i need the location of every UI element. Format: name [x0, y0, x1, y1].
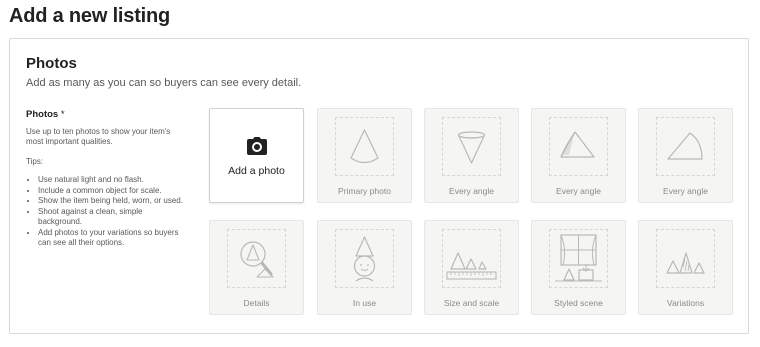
cone-tilted-icon [560, 131, 595, 158]
tip-item: Include a common object for scale. [38, 186, 186, 197]
slot-label: In use [352, 298, 377, 308]
tip-item: Show the item being held, worn, or used. [38, 196, 186, 207]
photos-section: Photos Add as many as you can so buyers … [9, 38, 749, 334]
required-marker: * [60, 109, 65, 120]
photos-help: Photos * Use up to ten photos to show yo… [26, 109, 186, 249]
slot-label: Every angle [449, 186, 494, 196]
slot-label: Size and scale [443, 298, 500, 308]
photo-slot-variations[interactable]: Variations [638, 220, 733, 315]
add-photo-button[interactable]: Add a photo [209, 108, 304, 203]
tip-item: Add photos to your variations so buyers … [38, 228, 186, 249]
page-title: Add a new listing [9, 5, 171, 27]
photo-slot-details[interactable]: Details [209, 220, 304, 315]
slot-label: Every angle [663, 186, 708, 196]
tip-item: Shoot against a clean, simple background… [38, 207, 186, 228]
section-title: Photos [26, 55, 77, 72]
section-subtitle: Add as many as you can so buyers can see… [26, 77, 302, 89]
cone-upright-icon [350, 129, 379, 164]
tips-list: Use natural light and no flash. Include … [26, 175, 186, 249]
camera-icon [247, 137, 267, 155]
photo-slot-every-angle-1[interactable]: Every angle [424, 108, 519, 203]
cone-side-icon [667, 132, 703, 160]
add-photo-label: Add a photo [228, 165, 285, 177]
photos-description: Use up to ten photos to show your item's… [26, 126, 171, 147]
photo-slot-primary[interactable]: Primary photo [317, 108, 412, 203]
slot-label: Details [243, 298, 270, 308]
tips-heading: Tips: [26, 156, 44, 166]
photo-slot-every-angle-2[interactable]: Every angle [531, 108, 626, 203]
tip-item: Use natural light and no flash. [38, 175, 186, 186]
photos-field-label: Photos * [26, 109, 65, 120]
slot-label: Every angle [556, 186, 601, 196]
three-cones-icon [666, 252, 705, 274]
cone-hat-face-icon [353, 236, 376, 282]
photo-slot-styled-scene[interactable]: Styled scene [531, 220, 626, 315]
slot-label: Styled scene [554, 298, 603, 308]
slot-label: Variations [666, 298, 705, 308]
window-scene-icon [555, 234, 602, 282]
slot-label: Primary photo [338, 186, 391, 196]
photo-slot-size-and-scale[interactable]: Size and scale [424, 220, 519, 315]
magnifier-cone-icon [240, 241, 274, 278]
photo-slot-in-use[interactable]: In use [317, 220, 412, 315]
cones-ruler-icon [446, 252, 497, 280]
photo-slot-every-angle-3[interactable]: Every angle [638, 108, 733, 203]
cone-inverted-icon [457, 131, 486, 164]
